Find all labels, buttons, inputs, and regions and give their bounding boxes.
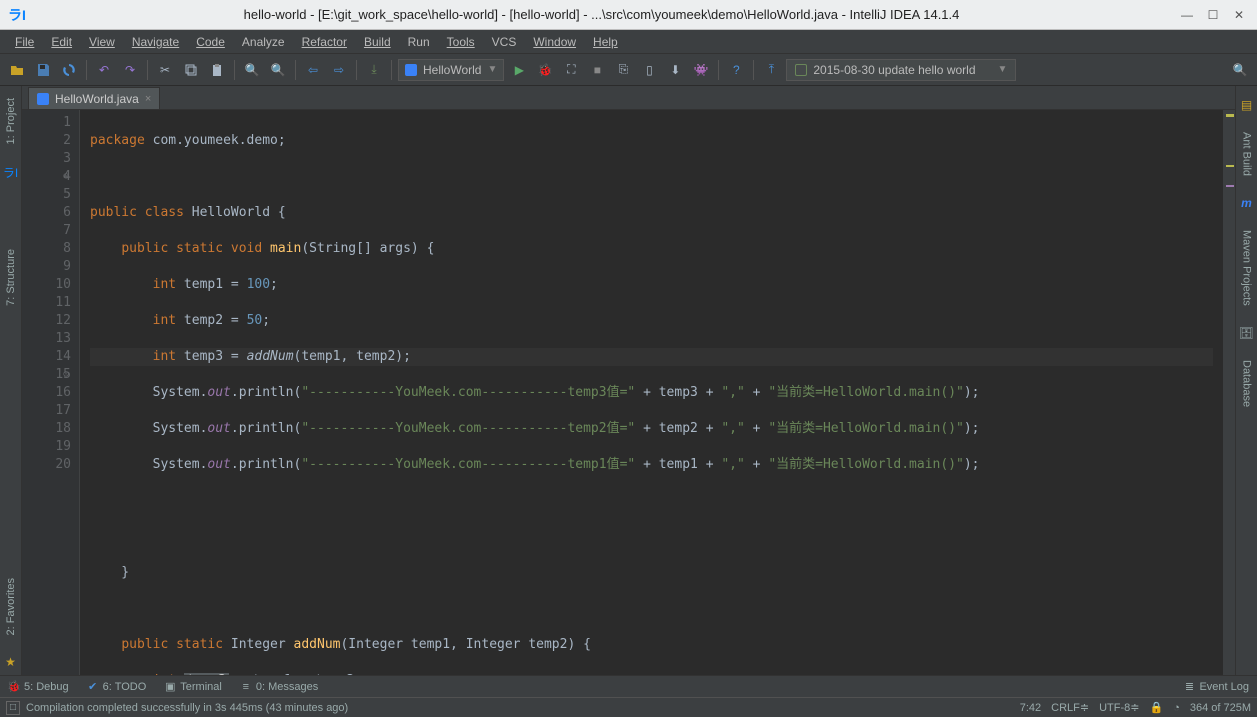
vcs-branch-selector[interactable]: 2015-08-30 update hello world ▼ xyxy=(786,59,1016,81)
tool-project[interactable]: 1: Project xyxy=(3,92,19,150)
menu-window[interactable]: Window xyxy=(526,33,583,51)
forward-icon[interactable]: ⇨ xyxy=(328,59,350,81)
undo-icon[interactable]: ↶ xyxy=(93,59,115,81)
run-config-label: HelloWorld xyxy=(423,63,481,77)
menu-bar: File Edit View Navigate Code Analyze Ref… xyxy=(0,30,1257,54)
editor-tabs: HelloWorld.java × xyxy=(22,86,1235,110)
lock-icon[interactable]: 🔒 xyxy=(1149,701,1163,714)
help-icon[interactable]: ? xyxy=(725,59,747,81)
line-separator[interactable]: CRLF≑ xyxy=(1051,701,1089,714)
window-title: hello-world - [E:\git_work_space\hello-w… xyxy=(28,7,1175,22)
database-icon: 🗄 xyxy=(1237,320,1256,346)
main-area: 1: Project ラI 7: Structure 2: Favorites … xyxy=(0,86,1257,675)
todo-icon: ✔ xyxy=(87,681,99,693)
tool-event-log[interactable]: ≣Event Log xyxy=(1183,681,1249,693)
left-tool-stripe: 1: Project ラI 7: Structure 2: Favorites … xyxy=(0,86,22,675)
window-controls: — ☐ ✕ xyxy=(1175,5,1251,25)
tool-ant-build[interactable]: Ant Build xyxy=(1239,126,1255,182)
coverage-icon[interactable]: ⛶ xyxy=(560,59,582,81)
status-message: Compilation completed successfully in 3s… xyxy=(26,702,348,714)
line-gutter[interactable]: 123 4⊖ 567 8910 111213 14 15⊝ 161718 192… xyxy=(22,110,80,675)
tool-messages[interactable]: ≡0: Messages xyxy=(240,681,318,693)
star-icon: ★ xyxy=(3,649,18,675)
ant-icon: ▤ xyxy=(1239,92,1254,118)
search-everywhere-icon[interactable]: 🔍 xyxy=(1229,59,1251,81)
overview-ruler[interactable] xyxy=(1223,110,1235,675)
hide-tool-windows-icon[interactable]: □ xyxy=(6,701,20,715)
menu-run[interactable]: Run xyxy=(401,33,437,51)
status-bar: □ Compilation completed successfully in … xyxy=(0,697,1257,717)
menu-tools[interactable]: Tools xyxy=(440,33,482,51)
vcs-update-icon[interactable]: ⤒ xyxy=(760,59,782,81)
bug-icon: 🐞 xyxy=(8,681,20,693)
menu-build[interactable]: Build xyxy=(357,33,398,51)
copy-icon[interactable] xyxy=(180,59,202,81)
build-icon[interactable]: ⤓ xyxy=(363,59,385,81)
replace-icon[interactable]: 🔍 xyxy=(267,59,289,81)
menu-refactor[interactable]: Refactor xyxy=(295,33,354,51)
memory-indicator[interactable]: 364 of 725M xyxy=(1190,702,1251,714)
redo-icon[interactable]: ↷ xyxy=(119,59,141,81)
maven-m-icon: m xyxy=(1239,190,1254,216)
tool-favorites[interactable]: 2: Favorites xyxy=(3,572,19,641)
menu-navigate[interactable]: Navigate xyxy=(125,33,186,51)
editor-area: HelloWorld.java × 123 4⊖ 567 8910 111213… xyxy=(22,86,1235,675)
dropdown-arrow-icon: ▼ xyxy=(997,64,1007,75)
code-content[interactable]: package com.youmeek.demo; public class H… xyxy=(80,110,1223,675)
back-icon[interactable]: ⇦ xyxy=(302,59,324,81)
code-editor[interactable]: 123 4⊖ 567 8910 111213 14 15⊝ 161718 192… xyxy=(22,110,1235,675)
title-bar: ラI hello-world - [E:\git_work_space\hell… xyxy=(0,0,1257,30)
dropdown-arrow-icon: ▼ xyxy=(487,64,497,75)
minimize-button[interactable]: — xyxy=(1175,5,1199,25)
class-icon xyxy=(405,64,417,76)
menu-edit[interactable]: Edit xyxy=(44,33,79,51)
messages-icon: ≡ xyxy=(240,681,252,693)
menu-code[interactable]: Code xyxy=(189,33,232,51)
tab-label: HelloWorld.java xyxy=(55,92,139,106)
tool-maven[interactable]: Maven Projects xyxy=(1239,224,1255,312)
menu-vcs[interactable]: VCS xyxy=(485,33,524,51)
android-icon[interactable]: 👾 xyxy=(690,59,712,81)
run-icon[interactable]: ▶ xyxy=(508,59,530,81)
menu-help[interactable]: Help xyxy=(586,33,625,51)
cut-icon[interactable]: ✂ xyxy=(154,59,176,81)
tool-debug[interactable]: 🐞5: Debug xyxy=(8,681,69,693)
menu-analyze[interactable]: Analyze xyxy=(235,33,292,51)
terminal-icon: ▣ xyxy=(164,681,176,693)
file-encoding[interactable]: UTF-8≑ xyxy=(1099,701,1139,714)
bottom-tool-bar: 🐞5: Debug ✔6: TODO ▣Terminal ≡0: Message… xyxy=(0,675,1257,697)
main-toolbar: ↶ ↷ ✂ 🔍 🔍 ⇦ ⇨ ⤓ HelloWorld ▼ ▶ 🐞 ⛶ ■ ⎘ ▯… xyxy=(0,54,1257,86)
right-tool-stripe: ▤ Ant Build m Maven Projects 🗄 Database xyxy=(1235,86,1257,675)
sdk-icon[interactable]: ⬇ xyxy=(664,59,686,81)
debug-icon[interactable]: 🐞 xyxy=(534,59,556,81)
sync-icon[interactable] xyxy=(58,59,80,81)
caret-position[interactable]: 7:42 xyxy=(1020,702,1041,714)
close-button[interactable]: ✕ xyxy=(1227,5,1251,25)
inspect-icon[interactable]: ◔ xyxy=(1173,702,1180,714)
tab-helloworld[interactable]: HelloWorld.java × xyxy=(28,87,160,109)
run-config-selector[interactable]: HelloWorld ▼ xyxy=(398,59,504,81)
avd-icon[interactable]: ▯ xyxy=(638,59,660,81)
paste-icon[interactable] xyxy=(206,59,228,81)
tool-structure[interactable]: 7: Structure xyxy=(3,243,19,312)
menu-view[interactable]: View xyxy=(82,33,122,51)
project-pin-icon[interactable]: ラI xyxy=(1,158,20,187)
find-icon[interactable]: 🔍 xyxy=(241,59,263,81)
tool-todo[interactable]: ✔6: TODO xyxy=(87,681,147,693)
tool-database[interactable]: Database xyxy=(1239,354,1255,413)
stop-icon[interactable]: ■ xyxy=(586,59,608,81)
menu-file[interactable]: File xyxy=(8,33,41,51)
vcs-branch-label: 2015-08-30 update hello world xyxy=(813,63,975,77)
save-icon[interactable] xyxy=(32,59,54,81)
tab-close-icon[interactable]: × xyxy=(145,93,151,105)
tool-terminal[interactable]: ▣Terminal xyxy=(164,681,222,693)
attach-icon[interactable]: ⎘ xyxy=(612,59,634,81)
java-class-icon xyxy=(37,93,49,105)
app-logo-icon: ラI xyxy=(6,4,28,26)
open-icon[interactable] xyxy=(6,59,28,81)
maximize-button[interactable]: ☐ xyxy=(1201,5,1225,25)
log-icon: ≣ xyxy=(1183,681,1195,693)
